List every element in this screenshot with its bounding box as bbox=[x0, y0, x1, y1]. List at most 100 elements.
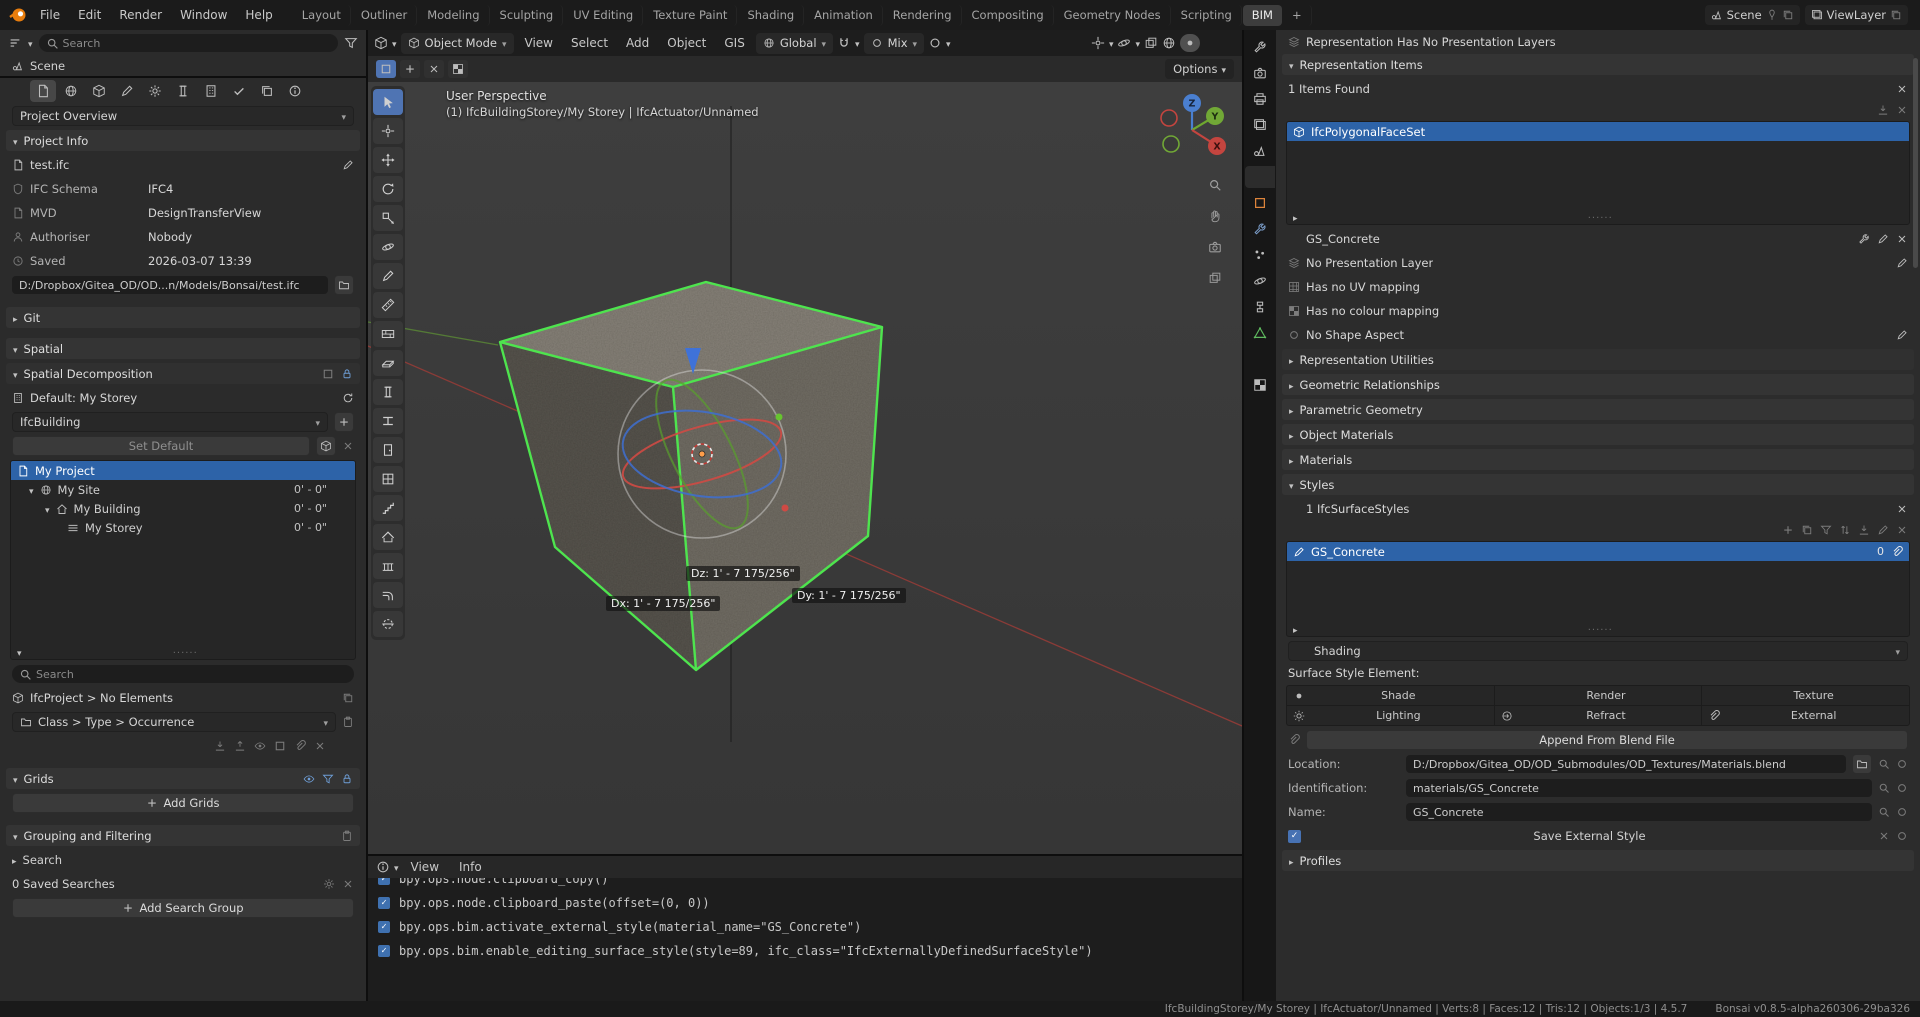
orientation-dropdown[interactable]: Global bbox=[756, 33, 833, 54]
element-mode-dropdown[interactable]: Class > Type > Occurrence bbox=[12, 712, 336, 732]
sync-in-icon[interactable] bbox=[214, 740, 226, 752]
tab-viewlayer[interactable] bbox=[1247, 114, 1273, 136]
decorator-dot-icon[interactable] bbox=[1896, 782, 1908, 794]
xray-toggle-icon[interactable] bbox=[1144, 36, 1158, 50]
item-style-row[interactable]: GS_Concrete bbox=[1282, 228, 1914, 250]
workspace-tab-rendering[interactable]: Rendering bbox=[884, 5, 962, 26]
refresh-icon[interactable] bbox=[342, 392, 354, 404]
tree-row-project[interactable]: My Project bbox=[11, 461, 355, 480]
shading-wireframe-icon[interactable] bbox=[1162, 36, 1176, 50]
workspace-tab-scripting[interactable]: Scripting bbox=[1172, 5, 1242, 26]
tab-object-data[interactable] bbox=[1247, 322, 1273, 344]
tab-output[interactable] bbox=[1247, 88, 1273, 110]
tab-texture[interactable] bbox=[1247, 374, 1273, 396]
camera-view-icon[interactable] bbox=[1204, 236, 1226, 258]
element-render-button[interactable]: Render bbox=[1495, 686, 1702, 705]
editor-type-icon[interactable] bbox=[374, 36, 388, 50]
close-icon[interactable] bbox=[1896, 524, 1908, 536]
representation-utilities-header[interactable]: Representation Utilities bbox=[1282, 349, 1914, 370]
tool-section-button[interactable] bbox=[373, 611, 403, 637]
grids-header[interactable]: Grids bbox=[6, 768, 360, 789]
save-external-style-row[interactable]: Save External Style bbox=[1282, 825, 1914, 847]
identification-field[interactable]: materials/GS_Concrete bbox=[1406, 779, 1872, 797]
select-mode-extend-icon[interactable] bbox=[400, 60, 420, 78]
snap-magnet-icon[interactable] bbox=[837, 36, 851, 50]
spatial-search-input[interactable] bbox=[12, 665, 354, 683]
tab-constraints[interactable] bbox=[1247, 296, 1273, 318]
options-button[interactable]: Options bbox=[1165, 59, 1234, 79]
workspace-tab-geometry-nodes[interactable]: Geometry Nodes bbox=[1055, 5, 1171, 26]
resize-grip[interactable] bbox=[1588, 210, 1613, 224]
tool-select-button[interactable] bbox=[373, 89, 403, 115]
assign-tool-icon[interactable] bbox=[1858, 233, 1870, 245]
import-icon[interactable] bbox=[1858, 524, 1870, 536]
decorator-dot-icon[interactable] bbox=[1896, 806, 1908, 818]
tab-particles[interactable] bbox=[1247, 244, 1273, 266]
outliner-editor-icon[interactable] bbox=[8, 36, 22, 50]
edit-project-icon[interactable] bbox=[342, 159, 354, 171]
materials-header[interactable]: Materials bbox=[1282, 449, 1914, 470]
proportional-falloff-chevron-icon[interactable] bbox=[946, 36, 951, 50]
container-options-button[interactable] bbox=[316, 436, 336, 456]
bonsai-tab-library[interactable] bbox=[254, 80, 280, 102]
add-workspace-button[interactable]: + bbox=[1283, 5, 1312, 26]
tab-world[interactable] bbox=[1245, 166, 1275, 188]
spatial-class-dropdown[interactable]: IfcBuilding bbox=[12, 412, 328, 432]
bonsai-tab-services[interactable] bbox=[142, 80, 168, 102]
neg-y-axis-ball[interactable] bbox=[1163, 136, 1179, 152]
copy-icon[interactable] bbox=[342, 692, 354, 704]
clipboard-icon[interactable] bbox=[342, 716, 354, 728]
representation-items-header[interactable]: Representation Items bbox=[1282, 54, 1914, 75]
edit-icon[interactable] bbox=[1877, 233, 1889, 245]
resize-grip[interactable] bbox=[1588, 622, 1613, 636]
bonsai-tab-project[interactable] bbox=[30, 80, 56, 102]
workspace-tab-modeling[interactable]: Modeling bbox=[418, 5, 489, 26]
x-axis-handle[interactable] bbox=[782, 505, 789, 512]
lock-icon[interactable] bbox=[341, 368, 353, 380]
geometric-relationships-header[interactable]: Geometric Relationships bbox=[1282, 374, 1914, 395]
overlay-options-chevron-icon[interactable] bbox=[1135, 36, 1140, 50]
tree-row-building[interactable]: My Building 0' - 0" bbox=[11, 499, 355, 518]
gear-icon[interactable] bbox=[323, 878, 335, 890]
expand-icon[interactable] bbox=[29, 483, 34, 497]
eye-icon[interactable] bbox=[303, 773, 315, 785]
snap-options-chevron-icon[interactable] bbox=[855, 36, 860, 50]
tab-physics[interactable] bbox=[1247, 270, 1273, 292]
add-icon[interactable] bbox=[1782, 524, 1794, 536]
spatial-header[interactable]: Spatial bbox=[6, 338, 360, 359]
shading-solid-active[interactable] bbox=[1180, 34, 1200, 52]
shading-rendered-icon[interactable] bbox=[1222, 36, 1236, 50]
style-row[interactable]: GS_Concrete 0 bbox=[1287, 542, 1909, 561]
tab-tool[interactable] bbox=[1247, 36, 1273, 58]
tool-roof-button[interactable] bbox=[373, 524, 403, 550]
browse-blend-button[interactable] bbox=[1852, 754, 1872, 774]
grouping-header[interactable]: Grouping and Filtering bbox=[6, 825, 360, 846]
mode-dropdown[interactable]: Object Mode bbox=[401, 33, 514, 54]
git-header[interactable]: Git bbox=[6, 307, 360, 328]
log-line[interactable]: bpy.ops.bim.enable_editing_surface_style… bbox=[378, 939, 1232, 963]
close-icon[interactable] bbox=[342, 440, 354, 452]
tool-stair-button[interactable] bbox=[373, 495, 403, 521]
link-icon[interactable] bbox=[294, 740, 306, 752]
save-external-style-checkbox[interactable] bbox=[1288, 830, 1301, 843]
grouping-search-subheader[interactable]: Search bbox=[6, 849, 360, 871]
chevron-down-icon[interactable] bbox=[392, 36, 397, 50]
tree-row-site[interactable]: My Site 0' - 0" bbox=[11, 480, 355, 499]
menu-view[interactable]: View bbox=[403, 856, 447, 878]
duplicate-icon[interactable] bbox=[1801, 524, 1813, 536]
close-icon[interactable] bbox=[342, 878, 354, 890]
pin-icon[interactable] bbox=[1766, 9, 1778, 21]
bonsai-tab-debug[interactable] bbox=[282, 80, 308, 102]
decorator-dot-icon[interactable] bbox=[1896, 830, 1908, 842]
close-icon[interactable] bbox=[1896, 104, 1908, 116]
clipboard-icon[interactable] bbox=[341, 830, 353, 842]
pivot-dropdown[interactable]: Mix bbox=[864, 33, 924, 54]
tool-measure-button[interactable] bbox=[373, 292, 403, 318]
menu-object[interactable]: Object bbox=[660, 33, 713, 53]
bonsai-tab-drawings[interactable] bbox=[114, 80, 140, 102]
set-default-button[interactable]: Set Default bbox=[12, 436, 310, 456]
workspace-tab-sculpting[interactable]: Sculpting bbox=[491, 5, 564, 26]
search-icon[interactable] bbox=[1878, 758, 1890, 770]
eye-icon[interactable] bbox=[254, 740, 266, 752]
filter-icon[interactable] bbox=[322, 773, 334, 785]
